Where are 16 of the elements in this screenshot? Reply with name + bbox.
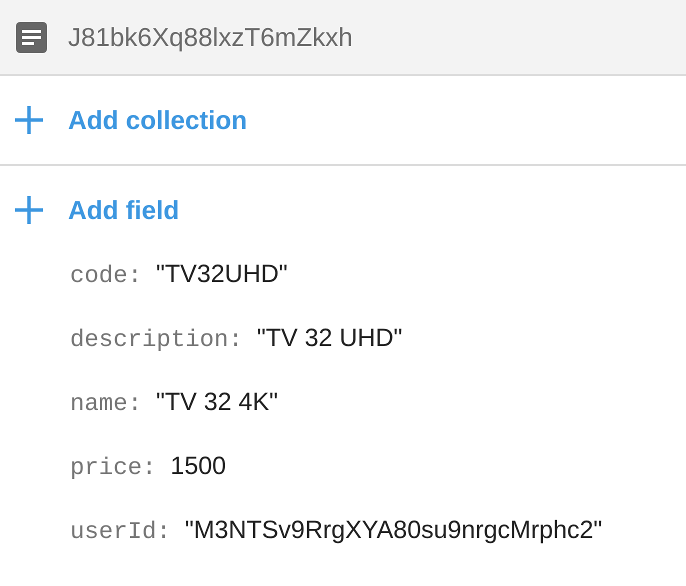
field-value: "M3NTSv9RrgXYA80su9nrgcMrphc2" (184, 516, 602, 545)
field-value: "TV32UHD" (156, 260, 288, 289)
field-key: price: (70, 455, 156, 482)
field-value: "TV 32 4K" (156, 388, 278, 417)
plus-icon[interactable] (14, 195, 44, 225)
field-key: userId: (70, 519, 171, 546)
plus-icon[interactable] (14, 105, 44, 135)
field-key: name: (70, 391, 142, 418)
add-collection-link[interactable]: Add collection (68, 104, 248, 136)
document-icon (16, 22, 47, 52)
field-key: description: (70, 327, 243, 354)
field-value: "TV 32 UHD" (256, 324, 402, 353)
field-value: 1500 (170, 452, 226, 481)
field-key: code: (70, 263, 142, 290)
add-field-link[interactable]: Add field (68, 194, 180, 226)
document-id: J81bk6Xq88lxzT6mZkxh (68, 22, 353, 52)
